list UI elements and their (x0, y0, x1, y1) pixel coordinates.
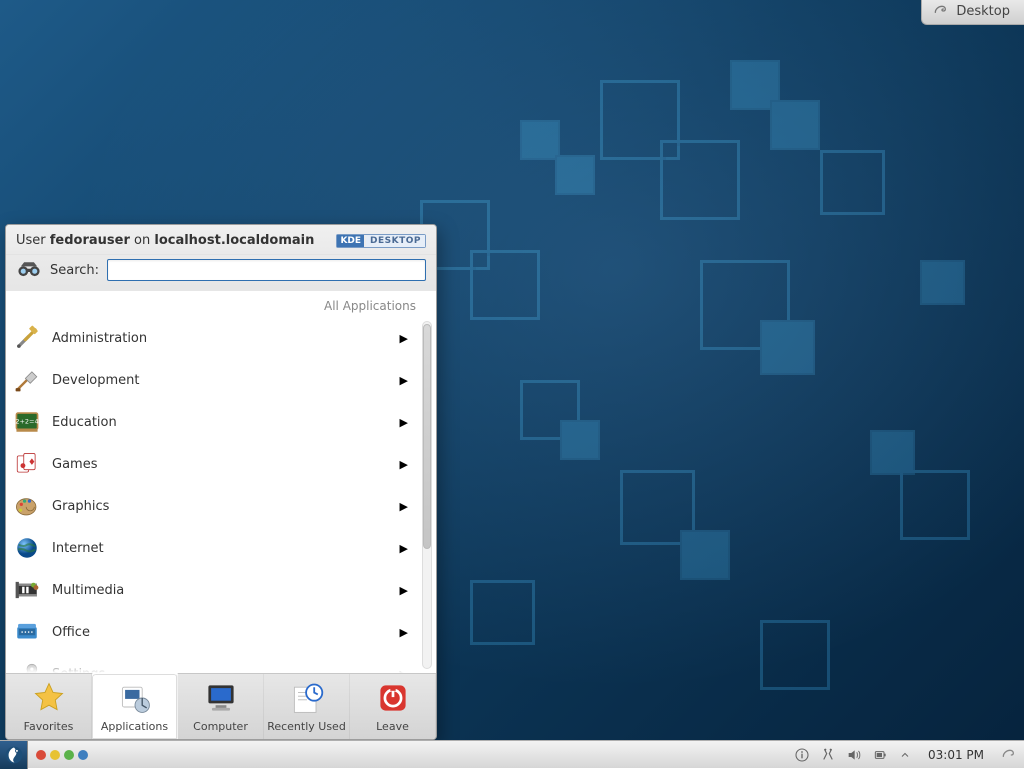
binoculars-icon (16, 259, 42, 281)
category-label: Games (52, 457, 97, 472)
category-education[interactable]: 2+2=4 Education ▶ (6, 401, 418, 443)
workspace-2[interactable] (50, 750, 60, 760)
tab-leave[interactable]: Leave (350, 674, 436, 739)
chevron-right-icon: ▶ (400, 374, 408, 387)
taskbar: 03:01 PM (0, 740, 1024, 768)
search-label: Search: (50, 263, 99, 278)
tab-label: Computer (193, 720, 248, 733)
category-label: Education (52, 415, 117, 430)
settings-icon (14, 661, 40, 673)
leave-icon (375, 680, 411, 716)
desktop-toolbox[interactable]: Desktop (921, 0, 1024, 25)
cashew-icon (932, 3, 948, 19)
workspace-4[interactable] (78, 750, 88, 760)
category-label: Internet (52, 541, 104, 556)
kickoff-header: User fedorauser on localhost.localdomain… (6, 225, 436, 255)
kickoff-menu: User fedorauser on localhost.localdomain… (5, 224, 437, 740)
battery-icon[interactable] (872, 747, 888, 763)
category-label: Administration (52, 331, 147, 346)
kde-desktop-badge: KDEDESKTOP (336, 234, 426, 248)
application-categories-list: Administration ▶ Development ▶ 2+2=4 Educatio… (6, 317, 436, 673)
chevron-right-icon: ▶ (400, 332, 408, 345)
breadcrumb[interactable]: All Applications (6, 291, 436, 317)
tab-label: Recently Used (267, 720, 346, 733)
desktop-toolbox-label: Desktop (956, 4, 1010, 19)
games-icon (14, 451, 40, 477)
multimedia-icon (14, 577, 40, 603)
kickoff-user-line: User fedorauser on localhost.localdomain (16, 233, 314, 248)
search-input[interactable] (107, 259, 426, 281)
tab-label: Leave (376, 720, 409, 733)
workspace-pager[interactable] (28, 750, 96, 760)
chevron-right-icon: ▶ (400, 416, 408, 429)
admin-icon (14, 325, 40, 351)
chevron-right-icon: ▶ (400, 668, 408, 674)
internet-icon (14, 535, 40, 561)
tab-computer[interactable]: Computer (178, 674, 264, 739)
workspace-3[interactable] (64, 750, 74, 760)
kickoff-tabs: Favorites Applications Computer Recently Us… (6, 673, 436, 739)
svg-text:2+2=4: 2+2=4 (15, 418, 38, 426)
dev-icon (14, 367, 40, 393)
category-administration[interactable]: Administration ▶ (6, 317, 418, 359)
category-graphics[interactable]: Graphics ▶ (6, 485, 418, 527)
workspace-1[interactable] (36, 750, 46, 760)
chevron-right-icon: ▶ (400, 458, 408, 471)
star-icon (31, 680, 67, 716)
clipboard-icon[interactable] (820, 747, 836, 763)
computer-icon (203, 680, 239, 716)
tab-label: Applications (101, 720, 168, 733)
category-label: Development (52, 373, 140, 388)
kickoff-search-row: Search: (6, 255, 436, 291)
category-games[interactable]: Games ▶ (6, 443, 418, 485)
sound-icon[interactable] (846, 747, 862, 763)
category-settings[interactable]: Settings ▶ (6, 653, 418, 673)
category-multimedia[interactable]: Multimedia ▶ (6, 569, 418, 611)
category-label: Settings (52, 667, 105, 674)
cashew-taskbar-icon[interactable] (1000, 747, 1016, 763)
tray-expand-icon[interactable] (898, 748, 912, 762)
category-label: Multimedia (52, 583, 124, 598)
category-label: Office (52, 625, 90, 640)
info-icon[interactable] (794, 747, 810, 763)
scrollbar[interactable] (422, 321, 432, 669)
category-internet[interactable]: Internet ▶ (6, 527, 418, 569)
office-icon (14, 619, 40, 645)
chevron-right-icon: ▶ (400, 542, 408, 555)
scrollbar-thumb[interactable] (423, 324, 431, 549)
category-label: Graphics (52, 499, 109, 514)
chevron-right-icon: ▶ (400, 626, 408, 639)
apps-icon (117, 680, 153, 716)
system-tray: 03:01 PM (786, 747, 1024, 763)
clock[interactable]: 03:01 PM (922, 748, 990, 762)
graphics-icon (14, 493, 40, 519)
start-button[interactable] (0, 741, 28, 769)
chevron-right-icon: ▶ (400, 584, 408, 597)
tab-label: Favorites (24, 720, 74, 733)
category-office[interactable]: Office ▶ (6, 611, 418, 653)
edu-icon: 2+2=4 (14, 409, 40, 435)
chevron-right-icon: ▶ (400, 500, 408, 513)
tab-favorites[interactable]: Favorites (6, 674, 92, 739)
tab-applications[interactable]: Applications (92, 673, 178, 739)
recent-icon (289, 680, 325, 716)
category-development[interactable]: Development ▶ (6, 359, 418, 401)
tab-recently-used[interactable]: Recently Used (264, 674, 350, 739)
